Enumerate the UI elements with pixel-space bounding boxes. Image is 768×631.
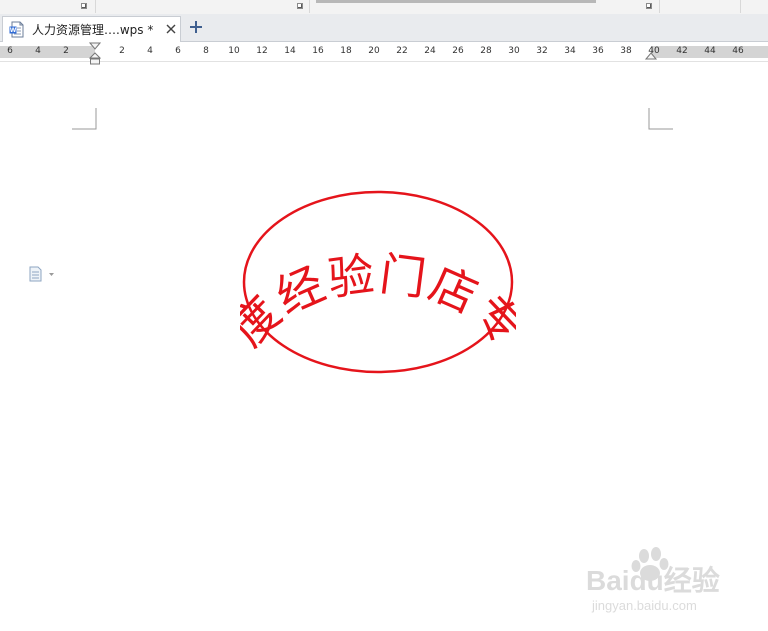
ruler-tick-label: 36 <box>592 46 604 56</box>
ribbon-separator <box>740 0 741 13</box>
ruler-left-margin <box>0 46 95 58</box>
ribbon-separator <box>659 0 660 13</box>
ruler-tick-label: 6 <box>175 46 181 56</box>
ruler-tick-label: 22 <box>396 46 408 56</box>
ruler-tick-label: 20 <box>368 46 380 56</box>
document-tab[interactable]: W 人力资源管理….wps * <box>2 16 181 42</box>
ribbon-bottom-strip <box>0 0 768 15</box>
red-seal-stamp[interactable]: 百度经验门店专用 <box>240 186 516 378</box>
ruler-tick-label: 30 <box>508 46 520 56</box>
ruler-tick-label: 24 <box>424 46 436 56</box>
document-tab-bar: W 人力资源管理….wps * <box>0 14 768 42</box>
ruler-tick-label: 4 <box>147 46 153 56</box>
document-paragraph-icon[interactable] <box>29 266 55 282</box>
svg-text:W: W <box>10 27 17 34</box>
svg-text:百度经验门店专用: 百度经验门店专用 <box>240 186 516 357</box>
page-corner-mark-top-right <box>648 108 673 130</box>
ribbon-separator <box>309 0 310 13</box>
ribbon-scroll-thumb[interactable] <box>316 0 596 3</box>
ruler-tick-label: 6 <box>7 46 13 56</box>
ruler-tick-label: 2 <box>63 46 69 56</box>
watermark-url: jingyan.baidu.com <box>591 598 697 613</box>
first-line-indent-marker[interactable] <box>89 42 101 66</box>
ruler-tick-label: 8 <box>203 46 209 56</box>
ruler-tick-label: 2 <box>119 46 125 56</box>
ruler-tick-label: 34 <box>564 46 576 56</box>
horizontal-ruler[interactable]: 6 4 2 2 4 6 8 10 12 14 16 18 20 22 24 26 28 30 32 34 36 38 40 4… <box>0 42 768 65</box>
ruler-tick-label: 42 <box>676 46 688 56</box>
ruler-tick-label: 28 <box>480 46 492 56</box>
ruler-tick-label: 38 <box>620 46 632 56</box>
dialog-launcher-icon[interactable] <box>646 3 652 9</box>
chevron-down-icon <box>49 273 54 276</box>
wps-document-icon: W <box>9 21 24 38</box>
document-tab-title: 人力资源管理….wps * <box>32 23 154 37</box>
ruler-tick-label: 12 <box>256 46 268 56</box>
ruler-tick-label: 4 <box>35 46 41 56</box>
seal-text: 百度经验门店专用 <box>240 186 516 357</box>
baidu-jingyan-watermark: Baidu经验 jingyan.baidu.com <box>586 547 720 613</box>
right-indent-marker[interactable] <box>645 52 657 62</box>
ruler-tick-label: 46 <box>732 46 744 56</box>
ruler-tick-label: 14 <box>284 46 296 56</box>
ruler-tick-label: 16 <box>312 46 324 56</box>
dialog-launcher-icon[interactable] <box>81 3 87 9</box>
ribbon-separator <box>95 0 96 13</box>
ruler-tick-label: 26 <box>452 46 464 56</box>
dialog-launcher-icon[interactable] <box>297 3 303 9</box>
ruler-tick-label: 10 <box>228 46 240 56</box>
close-icon[interactable] <box>165 23 177 35</box>
ruler-tick-label: 32 <box>536 46 548 56</box>
ruler-tick-label: 44 <box>704 46 716 56</box>
page-corner-mark-top-left <box>72 108 97 130</box>
watermark-text: Baidu经验 <box>586 564 720 596</box>
ruler-tick-label: 18 <box>340 46 352 56</box>
new-tab-plus-icon[interactable] <box>189 20 203 34</box>
